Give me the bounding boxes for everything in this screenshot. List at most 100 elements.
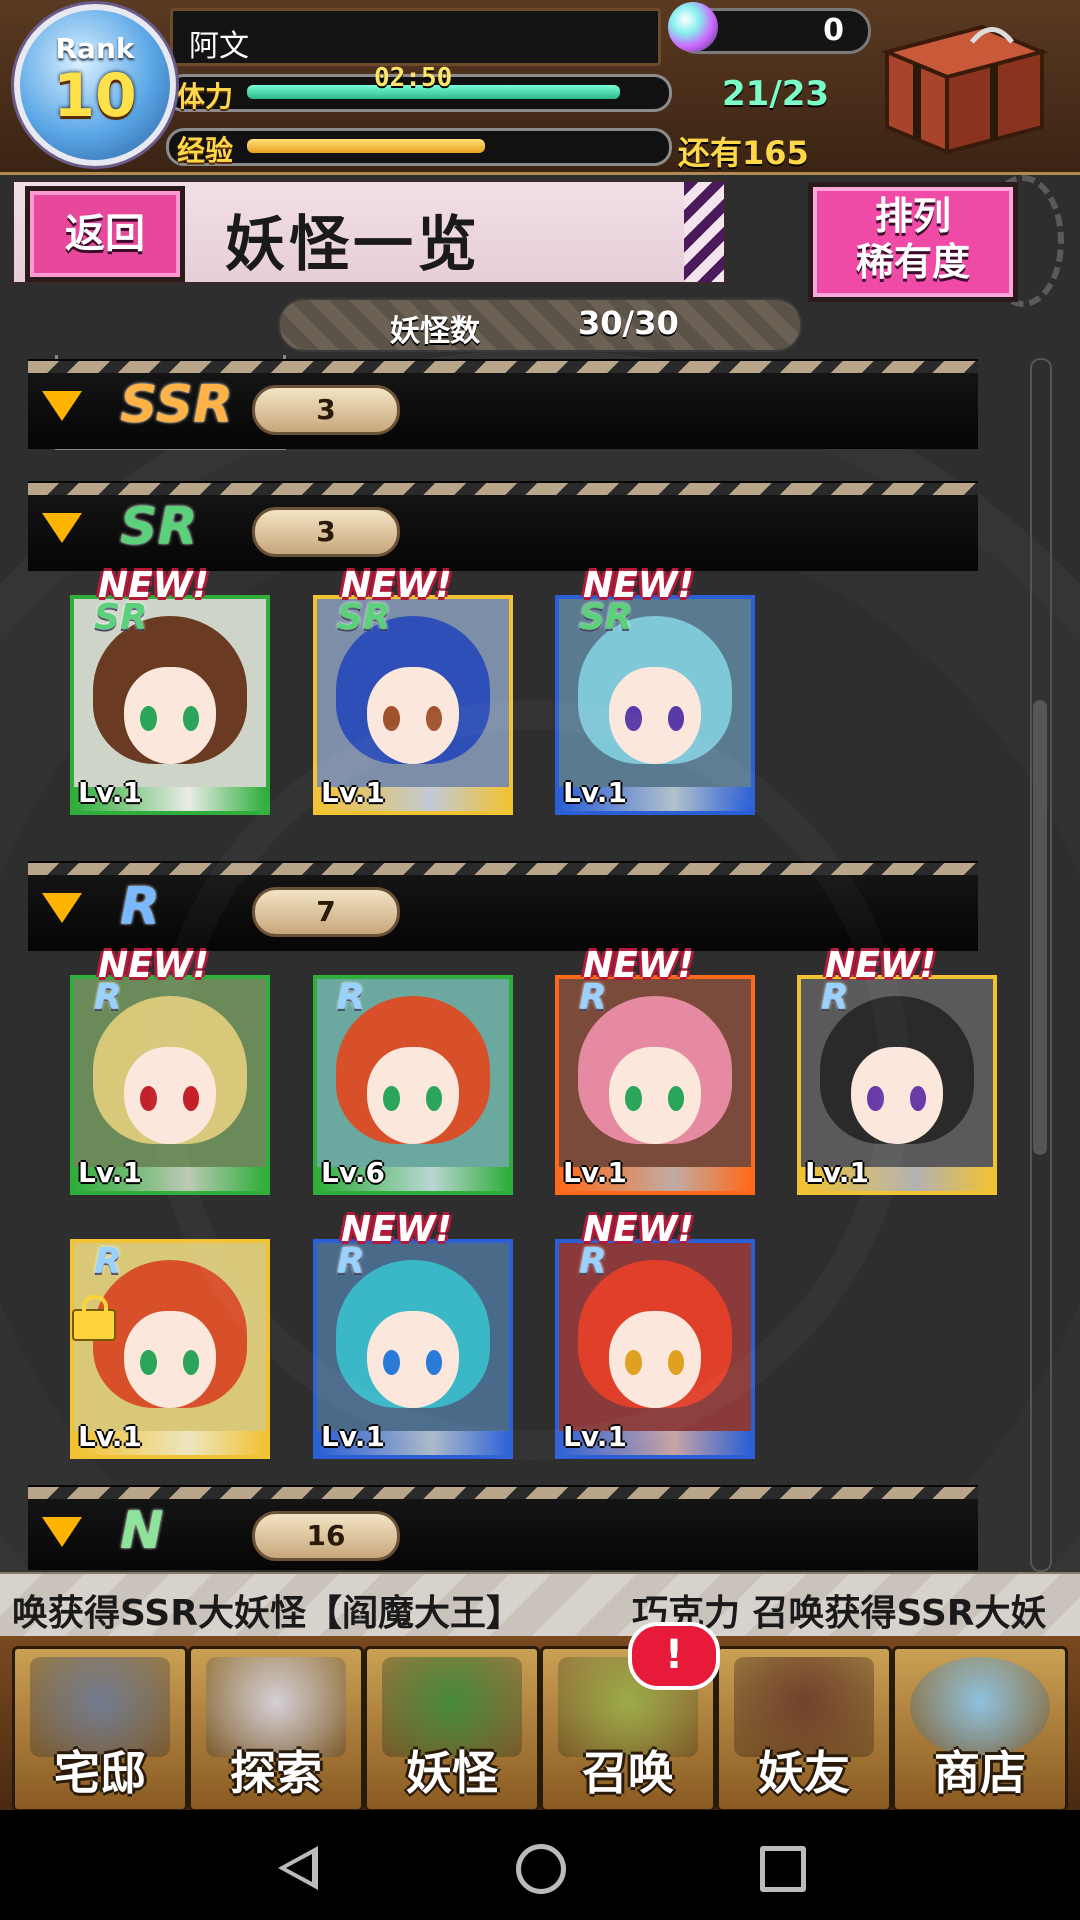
rarity-badge: R bbox=[579, 1241, 607, 1282]
section-header-n[interactable]: N 16 bbox=[28, 1485, 978, 1570]
level-label: Lv.1 bbox=[563, 1420, 627, 1453]
monster-portrait bbox=[317, 979, 509, 1191]
rarity-badge: R bbox=[337, 1241, 365, 1282]
section-header-sr[interactable]: SR 3 bbox=[28, 481, 978, 571]
new-badge: NEW! bbox=[98, 945, 209, 986]
section-header-ssr[interactable]: SSR 3 bbox=[28, 359, 978, 449]
portrait-face bbox=[123, 666, 217, 765]
monster-card[interactable]: Lv.1 R NEW! bbox=[797, 945, 997, 1195]
news-ticker: 唤获得SSR大妖怪【阎魔大王】 巧克力 召唤获得SSR大妖 bbox=[0, 1572, 1080, 1636]
monster-count-bar: 妖怪数 30/30 bbox=[278, 298, 802, 352]
bottom-nav: 宅邸 探索 妖怪 召唤 妖友 商店 bbox=[0, 1636, 1080, 1810]
page-title: 妖怪一览 bbox=[225, 210, 481, 280]
exp-remaining: 还有165 bbox=[678, 134, 809, 172]
stamina-timer: 02:50 bbox=[374, 63, 453, 93]
rank-badge[interactable]: Rank 10 bbox=[14, 4, 176, 166]
portrait-hair bbox=[93, 995, 247, 1145]
portrait-hair bbox=[336, 1259, 490, 1409]
new-badge: NEW! bbox=[583, 1209, 694, 1250]
stamina-bar: 体力 02:50 bbox=[166, 63, 672, 113]
portrait-face bbox=[366, 666, 460, 765]
nav-label: 召唤 bbox=[582, 1746, 674, 1800]
portrait-hair bbox=[336, 995, 490, 1145]
nav-explore[interactable]: 探索 bbox=[188, 1646, 364, 1810]
scrollbar-thumb[interactable] bbox=[1033, 700, 1047, 1155]
portrait-face bbox=[608, 1046, 702, 1145]
collapse-triangle-icon[interactable] bbox=[42, 1517, 82, 1547]
header-stripes bbox=[684, 182, 724, 282]
monster-card[interactable]: Lv.1 R bbox=[70, 1239, 270, 1459]
exp-fill bbox=[247, 139, 485, 153]
rarity-label: R bbox=[120, 877, 161, 937]
monster-list[interactable]: SSR 3 SR 3 R 7 N 16 Lv.1 SR NEW! Lv.1 SR NEW!… bbox=[0, 355, 1080, 1570]
nav-shop[interactable]: 商店 bbox=[892, 1646, 1068, 1810]
nav-mansion[interactable]: 宅邸 bbox=[12, 1646, 188, 1810]
level-bar bbox=[559, 1431, 751, 1455]
nav-label: 妖友 bbox=[758, 1746, 850, 1800]
monster-card[interactable]: Lv.1 SR NEW! bbox=[313, 565, 513, 815]
level-bar bbox=[559, 1167, 751, 1191]
android-nav-bar bbox=[0, 1810, 1080, 1920]
section-header-r[interactable]: R 7 bbox=[28, 861, 978, 951]
new-badge: NEW! bbox=[583, 945, 694, 986]
home-circle-icon[interactable] bbox=[516, 1844, 566, 1894]
portrait-hair bbox=[578, 1259, 732, 1409]
level-label: Lv.1 bbox=[78, 1156, 142, 1189]
rarity-badge: R bbox=[337, 977, 365, 1018]
level-label: Lv.1 bbox=[321, 776, 385, 809]
level-bar bbox=[801, 1167, 993, 1191]
monster-card[interactable]: Lv.1 SR NEW! bbox=[70, 565, 270, 815]
nav-monsters[interactable]: 妖怪 bbox=[364, 1646, 540, 1810]
exp-label: 经验 bbox=[177, 134, 234, 167]
player-name-box: 阿文 bbox=[170, 8, 661, 66]
rarity-count-pill: 3 bbox=[252, 385, 400, 435]
nav-friends[interactable]: 妖友 bbox=[716, 1646, 892, 1810]
rarity-badge: R bbox=[94, 1241, 122, 1282]
rarity-badge: R bbox=[579, 977, 607, 1018]
level-bar bbox=[317, 787, 509, 811]
collapse-triangle-icon[interactable] bbox=[42, 893, 82, 923]
collapse-triangle-icon[interactable] bbox=[42, 391, 82, 421]
ticker-text: 唤获得SSR大妖怪【阎魔大王】 bbox=[12, 1593, 522, 1634]
sort-button[interactable]: 排列 稀有度 bbox=[808, 182, 1018, 302]
portrait-face bbox=[123, 1046, 217, 1145]
monster-portrait bbox=[559, 979, 751, 1191]
monster-card[interactable]: Lv.1 R NEW! bbox=[555, 1209, 755, 1459]
monster-portrait bbox=[559, 1243, 751, 1455]
treasure-chest-icon[interactable] bbox=[872, 12, 1052, 162]
back-button[interactable]: 返回 bbox=[25, 186, 185, 282]
monster-portrait bbox=[801, 979, 993, 1191]
game-screen: Rank 10 阿文 0 体力 02:50 21/23 经验 还有165 返回 … bbox=[0, 0, 1080, 1810]
portrait-face bbox=[608, 1310, 702, 1409]
exp-bar: 经验 bbox=[166, 128, 672, 167]
rarity-count: 3 bbox=[316, 393, 336, 426]
nav-label: 商店 bbox=[934, 1746, 1026, 1800]
stamina-label: 体力 bbox=[177, 80, 234, 113]
level-label: Lv.1 bbox=[563, 776, 627, 809]
monster-card[interactable]: Lv.1 R NEW! bbox=[70, 945, 270, 1195]
rarity-badge: R bbox=[821, 977, 849, 1018]
rank-value: 10 bbox=[53, 61, 137, 131]
recents-square-icon[interactable] bbox=[760, 1846, 806, 1892]
rarity-count-pill: 7 bbox=[252, 887, 400, 937]
back-triangle-icon[interactable] bbox=[278, 1846, 318, 1890]
nav-label: 宅邸 bbox=[54, 1746, 146, 1800]
portrait-face bbox=[123, 1310, 217, 1409]
monster-count-value: 30/30 bbox=[578, 304, 679, 342]
orb-count: 0 bbox=[823, 13, 844, 48]
monster-card[interactable]: Lv.6 R bbox=[313, 975, 513, 1195]
rarity-count-pill: 16 bbox=[252, 1511, 400, 1561]
new-badge: NEW! bbox=[341, 565, 452, 606]
monster-card[interactable]: Lv.1 SR NEW! bbox=[555, 565, 755, 815]
rarity-count: 7 bbox=[316, 895, 336, 928]
sort-mode: 稀有度 bbox=[855, 240, 970, 284]
portrait-hair bbox=[578, 995, 732, 1145]
rope-divider bbox=[28, 863, 978, 875]
collapse-triangle-icon[interactable] bbox=[42, 513, 82, 543]
monster-card[interactable]: Lv.1 R NEW! bbox=[313, 1209, 513, 1459]
nav-label: 妖怪 bbox=[406, 1746, 498, 1800]
monster-card[interactable]: Lv.1 R NEW! bbox=[555, 945, 755, 1195]
rarity-count: 16 bbox=[306, 1519, 346, 1552]
rarity-count: 3 bbox=[316, 515, 336, 548]
level-label: Lv.1 bbox=[321, 1420, 385, 1453]
